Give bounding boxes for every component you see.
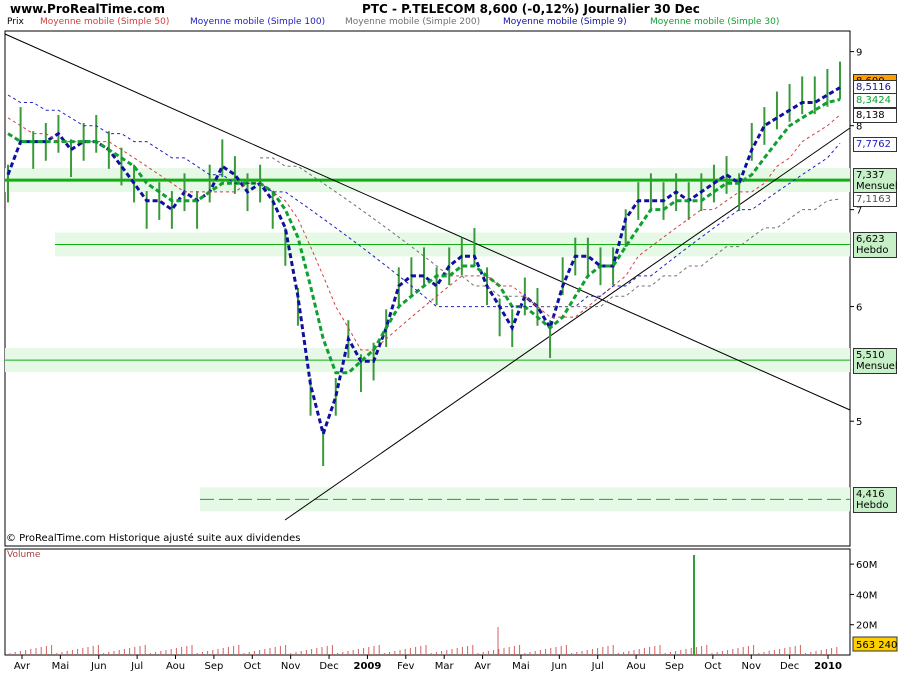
price-tag-text: 8,138 <box>856 110 885 122</box>
price-tag-9: 4,416 Hebdo <box>853 487 897 514</box>
price-tag-text: 4,416 <box>856 489 885 501</box>
price-tag-3: 8,138 <box>853 108 897 124</box>
x-tick-label: Mai <box>512 661 530 672</box>
x-tick-label: 2010 <box>814 661 842 672</box>
price-tick-label: 9 <box>856 48 862 59</box>
price-tag-8: 5,510 Mensuel <box>853 348 898 375</box>
price-tag-4: 7,7762 <box>853 136 897 152</box>
price-chart: 98765Avr Mai Jun Jul Aou Sep Oct Nov Dec 2009 Fev M… <box>4 30 898 672</box>
price-tag-text: 5,510 <box>856 350 885 362</box>
x-tick-label: Jun <box>90 661 107 672</box>
volume-last-value: 563 240 <box>856 640 897 651</box>
x-tick-label: Dec <box>319 661 338 672</box>
price-tag-6: 7,1163 <box>853 192 897 208</box>
price-tag-2: 8,3424 <box>853 93 897 108</box>
x-tick-label: Sep <box>665 661 684 672</box>
x-tick-label: Mar <box>435 661 455 672</box>
price-plot-frame <box>4 30 851 547</box>
price-tag-text: 8,3424 <box>856 95 891 106</box>
x-tick-label: Sep <box>204 661 223 672</box>
x-tick-label: Jul <box>591 661 604 672</box>
volume-plot-frame <box>4 548 851 656</box>
price-tag-7: 6,623 Hebdo <box>853 232 897 259</box>
price-tag-text: 7,7762 <box>856 138 891 150</box>
x-tick-label: Avr <box>14 661 31 672</box>
x-tick-label: Jul <box>130 661 143 672</box>
price-tag-5: 7,337 Mensuel <box>853 168 898 195</box>
price-tag-text: 7,337 <box>856 170 885 182</box>
price-tag-text: 8,5116 <box>856 82 891 94</box>
volume-tick-label: 60M <box>856 560 877 571</box>
x-tick-label: Nov <box>281 661 301 672</box>
price-tag-text: Mensuel <box>856 181 898 193</box>
x-tick-label: Nov <box>741 661 761 672</box>
x-tick-label: Oct <box>704 661 721 672</box>
x-tick-label: Avr <box>474 661 491 672</box>
copyright-note: © ProRealTime.com Historique ajusté suit… <box>6 533 301 544</box>
x-tick-label: Oct <box>244 661 261 672</box>
price-tag-text: 7,1163 <box>856 194 891 206</box>
volume-tick-label: 20M <box>856 621 877 632</box>
price-tick-label: 6 <box>856 303 862 314</box>
price-tag-text: Hebdo <box>856 500 889 512</box>
x-tick-label: Aou <box>166 661 185 672</box>
x-tick-label: 2009 <box>354 661 382 672</box>
x-tick-label: Mai <box>52 661 70 672</box>
price-tick-label: 5 <box>856 417 862 428</box>
x-tick-label: Dec <box>780 661 799 672</box>
x-tick-label: Fev <box>397 661 414 672</box>
x-tick-label: Aou <box>627 661 646 672</box>
price-tag-text: 6,623 <box>856 234 885 246</box>
volume-label: Volume <box>7 550 41 560</box>
price-tag-text: Mensuel <box>856 361 898 373</box>
volume-tick-label: 40M <box>856 590 877 601</box>
price-tag-text: Hebdo <box>856 245 889 257</box>
x-tick-label: Jun <box>551 661 568 672</box>
